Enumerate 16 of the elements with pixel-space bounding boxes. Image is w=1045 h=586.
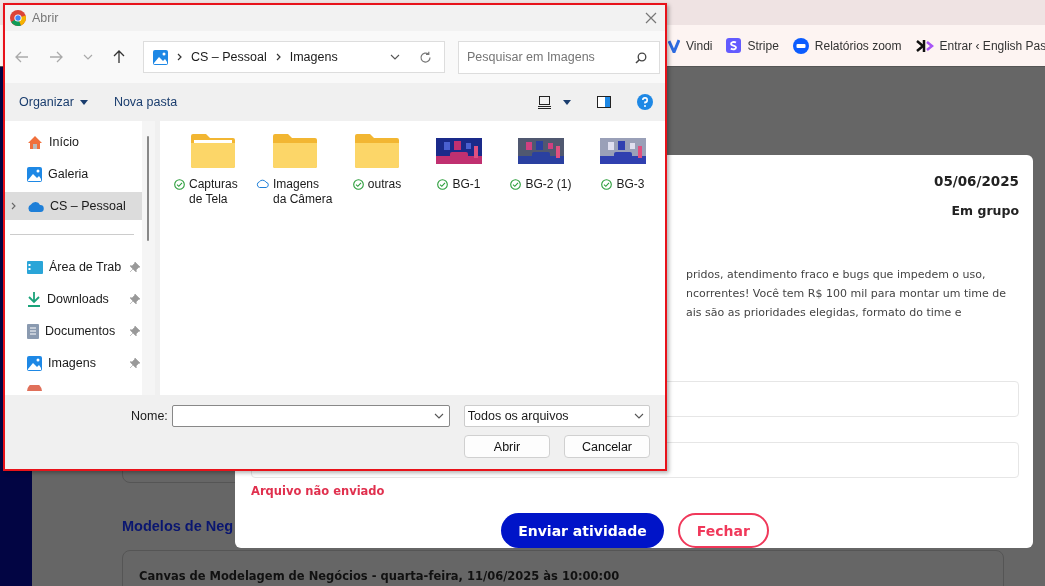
activity-mode: Em grupo	[951, 203, 1019, 218]
file-name: BG-2 (1)	[525, 177, 572, 192]
description-text: ncorrentes! Você tem R$ 100 mil para montar um time de	[686, 286, 1008, 302]
file-name: Capturas de Tela	[189, 177, 239, 207]
upload-status: Arquivo não enviado	[251, 484, 385, 498]
card-title: Canvas de Modelagem de Negócios - quarta-feira, 11/06/2025 às 10:00:00	[139, 569, 620, 583]
name-label: Nome:	[131, 409, 168, 423]
dialog-title: Abrir	[32, 11, 59, 25]
description-text: ais são as prioridades elegidas, formato do time e	[686, 305, 963, 321]
description-text: pridos, atendimento fraco e bugs que impedem o uso,	[686, 267, 987, 283]
section-heading: Modelos de Neg	[122, 518, 234, 534]
file-name: BG-1	[452, 177, 481, 192]
file-name: outras	[367, 177, 402, 192]
file-name: BG-3	[616, 177, 645, 192]
file-name: Imagens da Câmera	[273, 177, 334, 207]
activity-date: 05/06/2025	[934, 173, 1019, 189]
